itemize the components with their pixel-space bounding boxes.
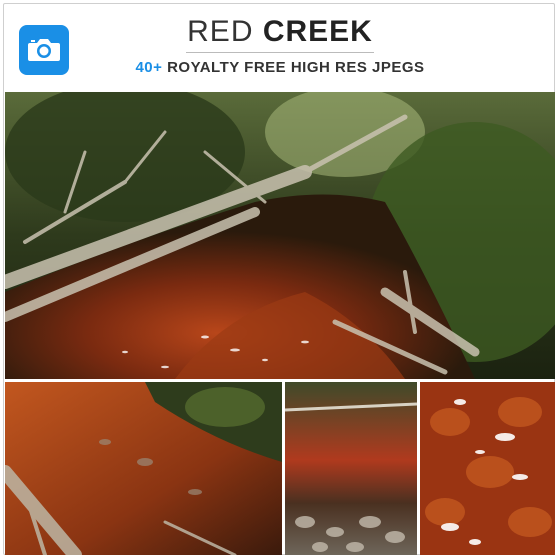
- subtitle-count: 40+: [135, 59, 163, 76]
- title-divider: [186, 52, 374, 53]
- title-light: RED: [187, 15, 254, 48]
- creek-thumbnail-1: [5, 382, 282, 555]
- main-photo: [5, 92, 555, 379]
- title-bold: CREEK: [262, 15, 373, 48]
- creek-thumbnail-2: [285, 382, 417, 555]
- header: RED CREEK 40+ ROYALTY FREE HIGH RES JPEG…: [0, 0, 560, 92]
- subtitle: 40+ ROYALTY FREE HIGH RES JPEGS: [0, 58, 560, 78]
- creek-thumbnail-3: [420, 382, 555, 555]
- subtitle-text: ROYALTY FREE HIGH RES JPEGS: [167, 59, 425, 76]
- page-title: RED CREEK: [0, 14, 560, 50]
